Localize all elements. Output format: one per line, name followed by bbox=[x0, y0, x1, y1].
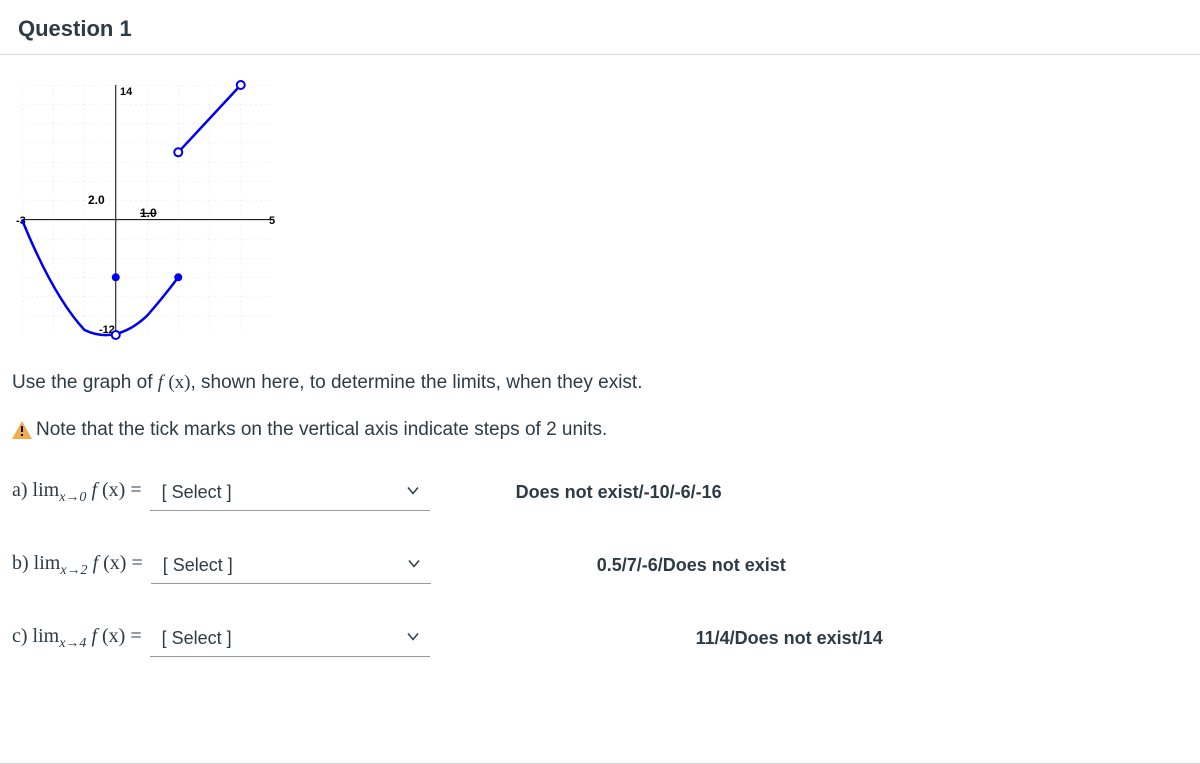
closed-point-0-neg6 bbox=[112, 273, 120, 281]
part-c-eq: = bbox=[125, 625, 141, 647]
question-part-c: c) limx→4 f (x) = [ Select ] 11/4/Does n… bbox=[12, 620, 1188, 657]
part-b-f: f bbox=[93, 552, 99, 574]
limit-expr-b: b) limx→2 f (x) = bbox=[12, 552, 143, 579]
warning-line: Note that the tick marks on the vertical… bbox=[12, 416, 1188, 445]
instruction-text: Use the graph of f (x), shown here, to d… bbox=[12, 369, 1188, 398]
question-header: Question 1 bbox=[0, 0, 1200, 55]
warning-icon bbox=[12, 421, 32, 439]
question-part-b: b) limx→2 f (x) = [ Select ] 0.5/7/-6/Do… bbox=[12, 547, 1188, 584]
select-c[interactable]: [ Select ] bbox=[150, 620, 430, 657]
y-tick-14: 14 bbox=[120, 86, 133, 98]
select-wrap-a: [ Select ] bbox=[150, 474, 430, 511]
part-c-x: (x) bbox=[102, 625, 125, 647]
instruction-x: (x) bbox=[168, 372, 190, 393]
label-2-0: 2.0 bbox=[88, 193, 105, 207]
question-content: 14 -12 -3 5 2.0 1.0 Use the graph of f (… bbox=[0, 55, 1200, 723]
question-part-a: a) limx→0 f (x) = [ Select ] Does not ex… bbox=[12, 474, 1188, 511]
instruction-post: , shown here, to determine the limits, w… bbox=[190, 372, 642, 393]
part-c-sub: x→4 bbox=[59, 636, 86, 651]
instruction-pre: Use the graph of bbox=[12, 372, 158, 393]
hint-a: Does not exist/-10/-6/-16 bbox=[436, 482, 1188, 503]
part-b-x: (x) bbox=[103, 552, 126, 574]
limit-expr-a: a) limx→0 f (x) = bbox=[12, 479, 142, 506]
part-a-prefix: a) lim bbox=[12, 479, 59, 501]
select-wrap-c: [ Select ] bbox=[150, 620, 430, 657]
part-b-sub: x→2 bbox=[60, 563, 87, 578]
part-c-f: f bbox=[91, 625, 97, 647]
instruction-f: f bbox=[158, 372, 163, 393]
part-a-f: f bbox=[91, 479, 97, 501]
select-b[interactable]: [ Select ] bbox=[151, 547, 431, 584]
closed-point-2-neg6 bbox=[174, 273, 182, 281]
part-a-eq: = bbox=[125, 479, 141, 501]
question-title: Question 1 bbox=[18, 16, 1182, 42]
limit-expr-c: c) limx→4 f (x) = bbox=[12, 625, 142, 652]
function-graph: 14 -12 -3 5 2.0 1.0 bbox=[12, 75, 282, 345]
part-a-x: (x) bbox=[102, 479, 125, 501]
part-b-prefix: b) lim bbox=[12, 552, 60, 574]
open-point-2-7 bbox=[174, 148, 182, 156]
select-a[interactable]: [ Select ] bbox=[150, 474, 430, 511]
part-c-prefix: c) lim bbox=[12, 625, 59, 647]
open-point-0-neg12 bbox=[112, 331, 120, 339]
graph-svg: 14 -12 -3 5 2.0 1.0 bbox=[12, 75, 282, 345]
part-a-sub: x→0 bbox=[59, 490, 86, 505]
hint-c: 11/4/Does not exist/14 bbox=[436, 628, 1188, 649]
warning-text: Note that the tick marks on the vertical… bbox=[36, 416, 607, 445]
part-b-eq: = bbox=[126, 552, 142, 574]
hint-b: 0.5/7/-6/Does not exist bbox=[437, 555, 1188, 576]
select-wrap-b: [ Select ] bbox=[151, 547, 431, 584]
label-1-0: 1.0 bbox=[140, 206, 157, 220]
open-point-4-14 bbox=[237, 81, 245, 89]
x-tick-5: 5 bbox=[269, 215, 275, 227]
